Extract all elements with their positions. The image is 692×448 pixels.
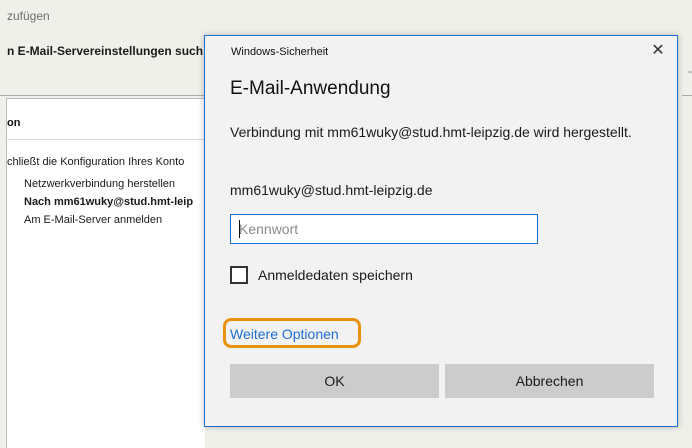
text-cursor xyxy=(239,220,240,238)
ok-button[interactable]: OK xyxy=(230,364,439,398)
save-credentials-checkbox[interactable] xyxy=(230,266,248,284)
wizard-content-panel xyxy=(6,98,205,448)
more-options-link[interactable]: Weitere Optionen xyxy=(230,326,339,342)
step-network-connection: Netzwerkverbindung herstellen xyxy=(24,178,176,190)
save-credentials-option[interactable]: Anmeldedaten speichern xyxy=(230,264,413,286)
save-credentials-label: Anmeldedaten speichern xyxy=(258,267,413,283)
configuration-status-text: chließt die Konfiguration Ihres Konto xyxy=(7,156,185,168)
dialog-caption: Windows-Sicherheit xyxy=(231,46,329,58)
wizard-visible-area: zufügen n E-Mail-Servereinstellungen suc… xyxy=(0,0,205,448)
connection-message: Verbindung mit mm61wuky@stud.hmt-leipzig… xyxy=(230,124,632,140)
windows-security-dialog: Windows-Sicherheit ✕ E-Mail-Anwendung Ve… xyxy=(204,35,678,427)
header-divider-right xyxy=(682,95,692,96)
close-icon[interactable]: ✕ xyxy=(649,42,667,60)
dialog-heading: E-Mail-Anwendung xyxy=(230,78,391,99)
panel-header: on xyxy=(7,117,21,129)
step-search-settings: Nach mm61wuky@stud.hmt-leip xyxy=(24,196,194,208)
wizard-right-dash: - xyxy=(688,64,692,78)
wizard-step-header: n E-Mail-Servereinstellungen such xyxy=(7,44,204,58)
header-divider xyxy=(0,95,205,96)
cancel-button[interactable]: Abbrechen xyxy=(445,364,654,398)
step-server-login: Am E-Mail-Server anmelden xyxy=(24,214,163,226)
wizard-title: zufügen xyxy=(7,9,50,23)
password-input[interactable] xyxy=(230,214,538,244)
account-email: mm61wuky@stud.hmt-leipzig.de xyxy=(230,182,433,198)
panel-divider xyxy=(6,139,205,140)
